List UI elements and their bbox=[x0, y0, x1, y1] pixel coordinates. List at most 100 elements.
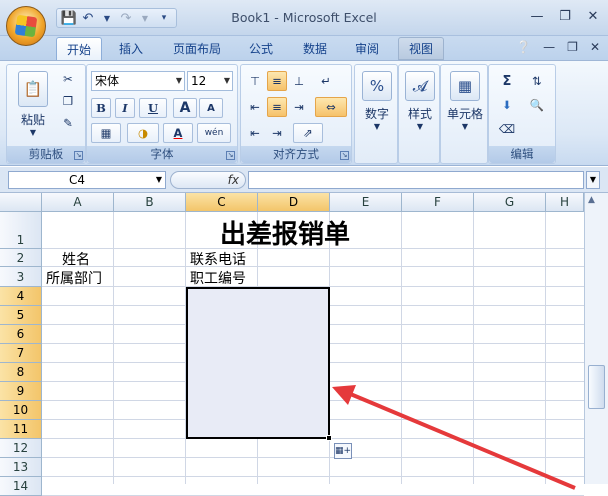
italic-button[interactable]: I bbox=[115, 98, 135, 118]
cells-button[interactable]: ▦ 单元格 ▼ bbox=[443, 71, 487, 131]
name-box[interactable]: C4 ▼ bbox=[8, 171, 166, 189]
orientation-icon[interactable]: ⇗ bbox=[293, 123, 323, 143]
font-color-button[interactable]: A bbox=[163, 123, 193, 143]
decrease-indent-icon[interactable]: ⇤ bbox=[245, 123, 265, 143]
column-header-a[interactable]: A bbox=[42, 193, 114, 212]
paste-dropdown-icon: ▼ bbox=[29, 128, 37, 137]
column-header-g[interactable]: G bbox=[474, 193, 546, 212]
format-painter-icon[interactable]: ✎ bbox=[57, 113, 79, 133]
row-header-14[interactable]: 14 bbox=[0, 477, 42, 496]
chevron-down-icon: ▼ bbox=[461, 122, 469, 131]
row-header-3[interactable]: 3 bbox=[0, 267, 42, 287]
paste-button[interactable]: 📋 粘贴 ▼ bbox=[11, 71, 55, 137]
formula-input[interactable] bbox=[248, 171, 584, 189]
row-header-11[interactable]: 11 bbox=[0, 420, 42, 439]
tab-page-layout[interactable]: 页面布局 bbox=[164, 37, 230, 60]
cell-a3: 所属部门 bbox=[46, 271, 102, 287]
underline-button[interactable]: U bbox=[139, 98, 167, 118]
row-header-5[interactable]: 5 bbox=[0, 306, 42, 325]
alignment-launcher-icon[interactable]: ↘ bbox=[340, 151, 349, 160]
row-header-9[interactable]: 9 bbox=[0, 382, 42, 401]
column-header-b[interactable]: B bbox=[114, 193, 186, 212]
close-icon[interactable]: ✕ bbox=[584, 8, 602, 24]
borders-icon[interactable]: ▦ bbox=[91, 123, 121, 143]
phonetic-button[interactable]: wén bbox=[197, 123, 231, 143]
number-format-button[interactable]: % 数字 ▼ bbox=[355, 71, 399, 131]
font-launcher-icon[interactable]: ↘ bbox=[226, 151, 235, 160]
annotation-arrow bbox=[332, 385, 576, 490]
ribbon-minimize-icon[interactable]: — bbox=[543, 40, 555, 54]
font-size-combo[interactable]: 12 ▼ bbox=[187, 71, 233, 91]
vertical-scrollbar[interactable]: ▲ bbox=[584, 193, 608, 484]
insert-function-button[interactable]: fx bbox=[170, 171, 246, 189]
increase-indent-icon[interactable]: ⇥ bbox=[267, 123, 287, 143]
grow-font-button[interactable]: A bbox=[173, 98, 197, 118]
help-icon[interactable]: ❔ bbox=[516, 40, 531, 54]
selected-range[interactable] bbox=[186, 287, 330, 439]
clear-icon[interactable]: ⌫ bbox=[493, 119, 521, 139]
copy-icon[interactable]: ❐ bbox=[57, 91, 79, 111]
fill-color-icon[interactable]: ◑ bbox=[127, 123, 159, 143]
ribbon-controls: ❔ — ❐ ✕ bbox=[516, 40, 600, 54]
row-header-7[interactable]: 7 bbox=[0, 344, 42, 363]
tab-home[interactable]: 开始 bbox=[56, 37, 102, 60]
row-header-1[interactable]: 1 bbox=[0, 212, 42, 249]
expand-formula-icon[interactable]: ▼ bbox=[586, 171, 600, 189]
fill-icon[interactable]: ⬇ bbox=[493, 95, 521, 115]
align-center-icon[interactable]: ≡ bbox=[267, 97, 287, 117]
tab-formulas[interactable]: 公式 bbox=[240, 37, 282, 60]
tab-data[interactable]: 数据 bbox=[294, 37, 336, 60]
minimize-icon[interactable]: — bbox=[528, 8, 546, 24]
align-top-icon[interactable]: ⊤ bbox=[245, 71, 265, 91]
ribbon-close-icon[interactable]: ✕ bbox=[590, 40, 600, 54]
worksheet-grid[interactable]: ABCDEFGH 1 2 3 4 5 6 7 8 9 10 11 12 13 14 ▦+ 出差报销单 姓名… bbox=[0, 193, 608, 496]
row-header-6[interactable]: 6 bbox=[0, 325, 42, 344]
bold-button[interactable]: B bbox=[91, 98, 111, 118]
font-group: 宋体 ▼ 12 ▼ B I U A A ▦ ◑ A wén 字体 ↘ bbox=[86, 64, 238, 164]
tab-review[interactable]: 审阅 bbox=[346, 37, 388, 60]
ribbon-restore-icon[interactable]: ❐ bbox=[567, 40, 578, 54]
align-left-icon[interactable]: ⇤ bbox=[245, 97, 265, 117]
find-select-icon[interactable]: 🔍 bbox=[523, 95, 551, 115]
clipboard-icon: 📋 bbox=[18, 71, 48, 107]
shrink-font-button[interactable]: A bbox=[199, 98, 223, 118]
tab-view[interactable]: 视图 bbox=[398, 37, 444, 60]
merge-center-icon[interactable]: ⇔ bbox=[315, 97, 347, 117]
number-label: 数字 bbox=[364, 107, 389, 121]
paste-label: 粘贴 bbox=[20, 113, 45, 127]
sort-filter-icon[interactable]: ⇅ bbox=[523, 71, 551, 91]
tab-insert[interactable]: 插入 bbox=[110, 37, 152, 60]
font-name-combo[interactable]: 宋体 ▼ bbox=[91, 71, 185, 91]
scroll-up-icon[interactable]: ▲ bbox=[588, 195, 595, 205]
wrap-text-icon[interactable]: ↵ bbox=[315, 71, 337, 91]
scrollbar-thumb[interactable] bbox=[588, 365, 605, 409]
styles-button[interactable]: 𝓐 样式 ▼ bbox=[398, 71, 442, 131]
column-header-h[interactable]: H bbox=[546, 193, 584, 212]
title-bar: 💾 ↶ ▼ ↷ ▼ ▾ Book1 - Microsoft Excel — ❐ … bbox=[0, 0, 608, 46]
align-middle-icon[interactable]: ≡ bbox=[267, 71, 287, 91]
chevron-down-icon: ▼ bbox=[175, 76, 182, 85]
formula-bar: C4 ▼ fx ▼ bbox=[0, 167, 608, 193]
column-header-d[interactable]: D bbox=[258, 193, 330, 212]
chevron-down-icon: ▼ bbox=[416, 122, 424, 131]
row-header-4[interactable]: 4 bbox=[0, 287, 42, 306]
select-all-corner[interactable] bbox=[0, 193, 42, 212]
autosum-button[interactable]: Σ bbox=[493, 71, 521, 91]
restore-icon[interactable]: ❐ bbox=[556, 8, 574, 24]
row-header-12[interactable]: 12 bbox=[0, 439, 42, 458]
clipboard-launcher-icon[interactable]: ↘ bbox=[74, 151, 83, 160]
column-header-c[interactable]: C bbox=[186, 193, 258, 212]
column-header-f[interactable]: F bbox=[402, 193, 474, 212]
row-header-13[interactable]: 13 bbox=[0, 458, 42, 477]
row-header-8[interactable]: 8 bbox=[0, 363, 42, 382]
row-header-10[interactable]: 10 bbox=[0, 401, 42, 420]
fx-label: fx bbox=[227, 173, 239, 187]
row-header-2[interactable]: 2 bbox=[0, 249, 42, 267]
align-right-icon[interactable]: ⇥ bbox=[289, 97, 309, 117]
cut-icon[interactable]: ✂ bbox=[57, 69, 79, 89]
cell-c3: 职工编号 bbox=[190, 271, 246, 287]
column-header-e[interactable]: E bbox=[330, 193, 402, 212]
office-button[interactable] bbox=[6, 6, 46, 46]
align-bottom-icon[interactable]: ⊥ bbox=[289, 71, 309, 91]
editing-group: Σ ⇅ ⬇ 🔍 ⌫ 编辑 bbox=[488, 64, 556, 164]
